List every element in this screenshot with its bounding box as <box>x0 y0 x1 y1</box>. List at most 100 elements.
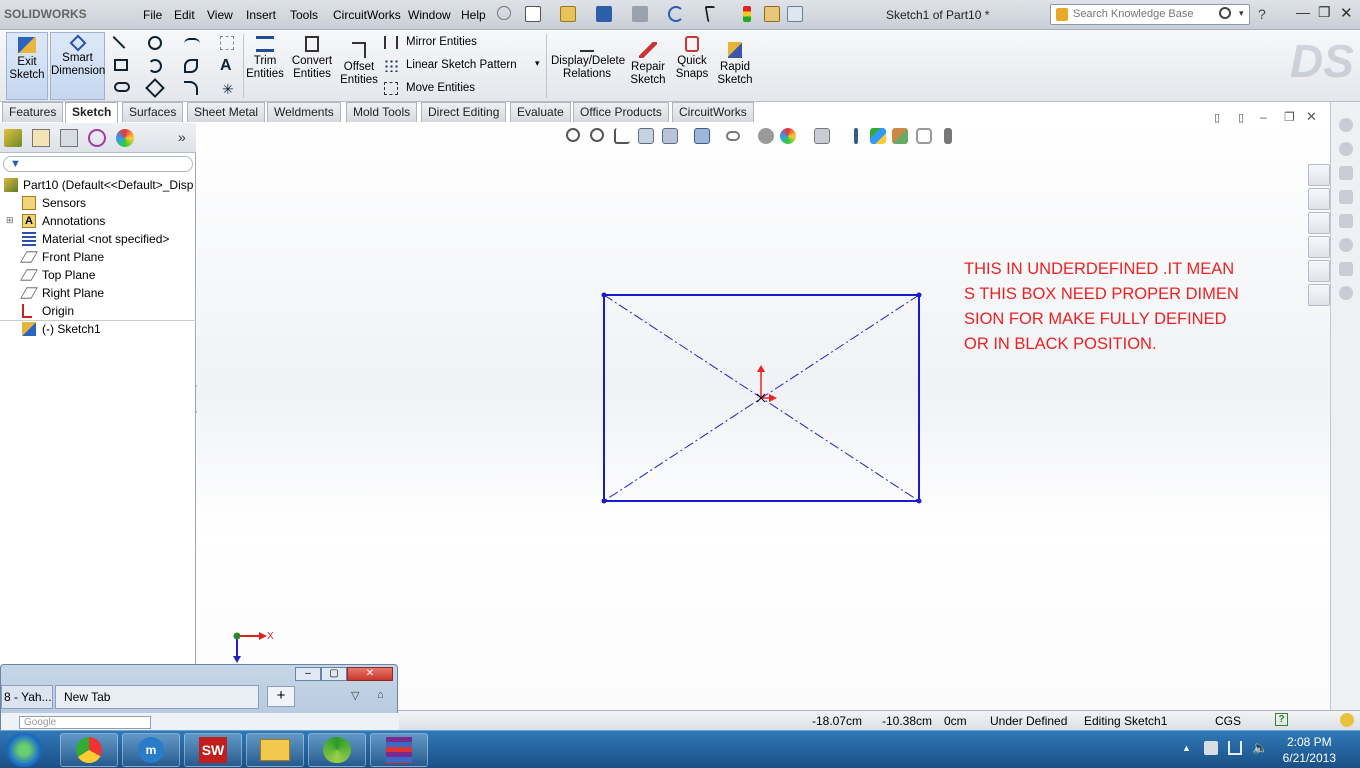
tab-office-products[interactable]: Office Products <box>573 102 669 122</box>
previous-view-icon[interactable] <box>614 128 630 144</box>
help-icon[interactable]: ? <box>1258 6 1266 22</box>
circle-icon[interactable] <box>148 36 162 50</box>
expand-icon[interactable]: ⊞ <box>6 215 14 226</box>
tab-sketch[interactable]: Sketch <box>65 102 119 123</box>
minimize-icon[interactable]: — <box>1296 4 1310 20</box>
expand-panel-icon[interactable]: » <box>178 129 186 145</box>
menu-view[interactable]: View <box>207 8 233 22</box>
point-icon[interactable]: ✳ <box>222 81 234 98</box>
normal-to-icon[interactable] <box>854 128 858 144</box>
light-icon[interactable] <box>944 128 952 144</box>
strip-tool-icon[interactable] <box>1339 118 1353 132</box>
view-palette-icon[interactable] <box>1308 236 1330 258</box>
tab-surfaces[interactable]: Surfaces <box>122 102 184 122</box>
spline-icon[interactable] <box>184 38 200 50</box>
dimxpert-tab-icon[interactable] <box>88 129 106 147</box>
taskbar-explorer[interactable] <box>246 733 304 767</box>
menu-circuitworks[interactable]: CircuitWorks <box>333 8 401 22</box>
rectangle-vertex[interactable] <box>601 292 607 298</box>
tab-weldments[interactable]: Weldments <box>267 102 341 122</box>
sketch-origin[interactable] <box>756 365 777 403</box>
status-help-icon[interactable]: ? <box>1275 713 1288 726</box>
file-properties-icon[interactable] <box>764 6 780 22</box>
smart-dimension-button[interactable]: Smart Dimension <box>50 32 105 100</box>
feature-tree-filter[interactable]: ▼ <box>3 156 193 172</box>
show-hidden-icons[interactable]: ▲ <box>1182 743 1191 753</box>
strip-tool-icon[interactable] <box>1339 166 1353 180</box>
file-explorer-icon[interactable] <box>1308 212 1330 234</box>
strip-tool-icon[interactable] <box>1339 190 1353 204</box>
slot-icon[interactable] <box>114 82 130 92</box>
tab-evaluate[interactable]: Evaluate <box>510 102 571 122</box>
pin-icon[interactable] <box>497 6 511 20</box>
status-notification-icon[interactable] <box>1340 713 1354 727</box>
rectangle-icon[interactable] <box>114 59 128 71</box>
strip-tool-icon[interactable] <box>1339 238 1353 252</box>
menu-edit[interactable]: Edit <box>174 8 195 22</box>
zoom-to-fit-icon[interactable] <box>566 128 580 142</box>
arc-icon[interactable] <box>148 59 162 73</box>
status-units[interactable]: CGS <box>1215 714 1241 728</box>
ambient-occlusion-icon[interactable] <box>916 128 932 144</box>
tab-circuitworks[interactable]: CircuitWorks <box>672 102 754 122</box>
rectangle-vertex[interactable] <box>916 292 922 298</box>
search-knowledge-base[interactable]: ▾ <box>1050 4 1250 25</box>
pattern-dropdown-icon[interactable]: ▾ <box>535 58 540 69</box>
hide-show-items-icon[interactable] <box>726 131 740 141</box>
strip-tool-icon[interactable] <box>1339 286 1353 300</box>
property-manager-tab-icon[interactable] <box>32 129 50 147</box>
menu-tools[interactable]: Tools <box>290 8 318 22</box>
rebuild-icon[interactable] <box>743 6 751 22</box>
browser-menu-icon[interactable]: ⌂ <box>377 689 384 701</box>
close-icon[interactable]: ✕ <box>1340 4 1353 22</box>
section-view-icon[interactable] <box>638 128 654 144</box>
photoview-icon[interactable] <box>892 128 908 144</box>
display-style-icon[interactable] <box>694 128 710 144</box>
quick-snaps-button[interactable]: Quick Snaps <box>672 36 712 81</box>
exit-sketch-button[interactable]: Exit Sketch <box>6 32 48 100</box>
browser-tab-new[interactable]: New Tab <box>55 685 259 709</box>
network-icon[interactable] <box>1228 741 1242 755</box>
taskbar-solidworks[interactable]: SW <box>184 733 242 767</box>
display-delete-relations-button[interactable]: Display/Delete Relations <box>551 36 625 81</box>
select-arrow-icon[interactable] <box>704 6 718 22</box>
start-button[interactable] <box>6 733 42 767</box>
convert-entities-button[interactable]: Convert Entities <box>288 36 336 81</box>
rectangle-vertex[interactable] <box>601 498 607 504</box>
realview-icon[interactable] <box>870 128 886 144</box>
taskbar-chrome[interactable] <box>60 733 118 767</box>
strip-tool-icon[interactable] <box>1339 214 1353 228</box>
view-orientation-icon[interactable] <box>662 128 678 144</box>
tab-direct-editing[interactable]: Direct Editing <box>421 102 507 122</box>
rectangle-vertex[interactable] <box>916 498 922 504</box>
taskbar-app-m[interactable]: m <box>122 733 180 767</box>
rapid-sketch-button[interactable]: Rapid Sketch <box>714 42 756 87</box>
taskbar-winrar[interactable] <box>370 733 428 767</box>
configuration-manager-tab-icon[interactable] <box>60 129 78 147</box>
zoom-to-area-icon[interactable] <box>590 128 604 142</box>
viewport-restore-icon[interactable]: ❐ <box>1284 110 1295 124</box>
tab-sheet-metal[interactable]: Sheet Metal <box>187 102 266 122</box>
edit-appearance-icon[interactable] <box>758 128 774 144</box>
open-folder-icon[interactable] <box>560 6 576 22</box>
custom-properties-icon[interactable] <box>1308 284 1330 306</box>
strip-tool-icon[interactable] <box>1339 262 1353 276</box>
tab-features[interactable]: Features <box>2 102 64 122</box>
print-icon[interactable] <box>632 6 648 22</box>
system-clock[interactable]: 2:08 PM 6/21/2013 <box>1283 734 1336 766</box>
solidworks-logo[interactable]: SOLIDWORKS <box>4 6 87 21</box>
new-document-icon[interactable] <box>525 6 541 22</box>
line-icon[interactable] <box>102 36 126 59</box>
solidworks-resources-icon[interactable] <box>1308 164 1330 186</box>
display-manager-tab-icon[interactable] <box>116 129 134 147</box>
search-icon[interactable] <box>1219 7 1231 19</box>
trim-entities-button[interactable]: Trim Entities <box>246 36 284 81</box>
browser-close-icon[interactable]: ✕ <box>347 667 393 681</box>
tab-mold-tools[interactable]: Mold Tools <box>346 102 418 122</box>
tree-item-part[interactable]: Part10 (Default<<Default>_Disp <box>0 176 196 194</box>
tab-list-icon[interactable]: ▽ <box>351 689 359 702</box>
save-icon[interactable] <box>596 6 612 22</box>
options-icon[interactable] <box>787 6 803 22</box>
search-dropdown-icon[interactable]: ▾ <box>1239 8 1244 19</box>
polygon-icon[interactable] <box>145 78 165 98</box>
